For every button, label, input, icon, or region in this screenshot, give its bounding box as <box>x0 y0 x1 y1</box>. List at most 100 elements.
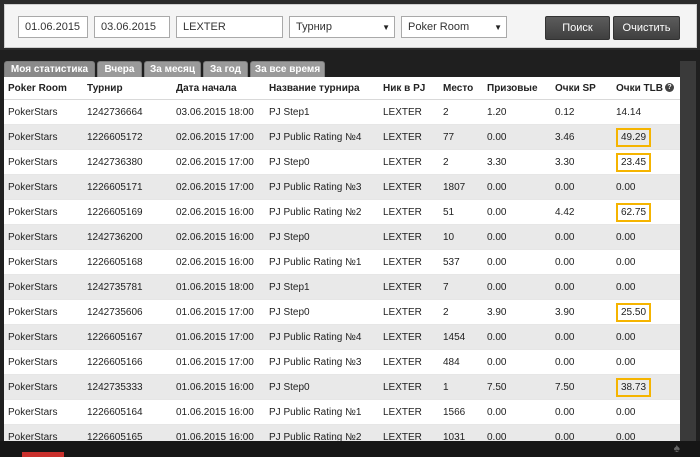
header-tournament-name[interactable]: Название турнира <box>265 77 379 100</box>
cell-place: 1807 <box>439 174 483 200</box>
header-sp-points[interactable]: Очки SP <box>551 77 612 100</box>
cell-start: 02.06.2015 16:00 <box>172 199 265 225</box>
cell-place: 2 <box>439 99 483 125</box>
cell-room: PokerStars <box>4 174 83 200</box>
cell-sp: 3.90 <box>551 299 612 325</box>
header-tournament[interactable]: Турнир <box>83 77 172 100</box>
nick-input[interactable]: LEXTER <box>176 16 283 38</box>
cell-name: PJ Public Rating №4 <box>265 324 379 350</box>
room-select-value: Poker Room <box>408 21 470 33</box>
cell-sp: 0.00 <box>551 249 612 275</box>
table-row[interactable]: PokerStars 1226605164 01.06.2015 16:00 PJ P… <box>4 399 680 425</box>
cell-nick: LEXTER <box>379 149 439 175</box>
cell-tlb: 23.45 <box>612 149 680 175</box>
tab-my-stats[interactable]: Моя статистика <box>4 61 95 77</box>
cell-place: 484 <box>439 349 483 375</box>
cell-place: 51 <box>439 199 483 225</box>
cell-place: 2 <box>439 149 483 175</box>
cell-name: PJ Public Rating №1 <box>265 249 379 275</box>
cell-nick: LEXTER <box>379 174 439 200</box>
cell-place: 1454 <box>439 324 483 350</box>
cell-tlb: 0.00 <box>612 349 680 375</box>
tlb-highlight: 23.45 <box>616 152 652 172</box>
cell-tournament: 1226605171 <box>83 174 172 200</box>
table-row[interactable]: PokerStars 1226605168 02.06.2015 16:00 PJ P… <box>4 249 680 275</box>
cell-tournament: 1242735333 <box>83 374 172 400</box>
cell-tournament: 1242736200 <box>83 224 172 250</box>
help-icon[interactable]: ? <box>664 83 674 93</box>
room-select[interactable]: Poker Room ▼ <box>401 16 507 38</box>
cell-name: PJ Step1 <box>265 274 379 300</box>
filter-bar: 01.06.2015 03.06.2015 LEXTER Турнир ▼ Po… <box>0 0 700 50</box>
cell-prize: 0.00 <box>483 274 551 300</box>
cell-tlb: 14.14 <box>612 99 680 125</box>
tlb-highlight: 62.75 <box>616 202 652 222</box>
cell-place: 7 <box>439 274 483 300</box>
tab-year[interactable]: За год <box>203 61 248 77</box>
cell-sp: 0.12 <box>551 99 612 125</box>
tab-all-time[interactable]: За все время <box>250 61 325 77</box>
cell-start: 01.06.2015 17:00 <box>172 349 265 375</box>
tournament-select[interactable]: Турнир ▼ <box>289 16 395 38</box>
cell-room: PokerStars <box>4 224 83 250</box>
cell-nick: LEXTER <box>379 324 439 350</box>
table-row[interactable]: PokerStars 1226605172 02.06.2015 17:00 PJ P… <box>4 124 680 150</box>
cell-name: PJ Public Rating №1 <box>265 399 379 425</box>
cell-nick: LEXTER <box>379 249 439 275</box>
table-row[interactable]: PokerStars 1226605171 02.06.2015 17:00 PJ P… <box>4 174 680 200</box>
table-row[interactable]: PokerStars 1242736200 02.06.2015 16:00 PJ S… <box>4 224 680 250</box>
cell-room: PokerStars <box>4 274 83 300</box>
header-place[interactable]: Место <box>439 77 483 100</box>
table-row[interactable]: PokerStars 1226605167 01.06.2015 17:00 PJ P… <box>4 324 680 350</box>
cell-room: PokerStars <box>4 349 83 375</box>
spade-icon: ♠ <box>673 441 680 455</box>
clear-button[interactable]: Очистить <box>613 16 680 40</box>
table-row[interactable]: PokerStars 1226605166 01.06.2015 17:00 PJ P… <box>4 349 680 375</box>
cell-start: 02.06.2015 17:00 <box>172 124 265 150</box>
cell-room: PokerStars <box>4 149 83 175</box>
header-nick[interactable]: Ник в PJ <box>379 77 439 100</box>
header-tlb-label: Очки TLB <box>616 82 663 94</box>
cell-start: 01.06.2015 17:00 <box>172 299 265 325</box>
cell-room: PokerStars <box>4 374 83 400</box>
cell-tlb: 49.29 <box>612 124 680 150</box>
tab-yesterday[interactable]: Вчера <box>97 61 142 77</box>
search-button[interactable]: Поиск <box>545 16 610 40</box>
cell-tournament: 1242735781 <box>83 274 172 300</box>
footer-logo <box>22 452 64 457</box>
cell-tournament: 1226605166 <box>83 349 172 375</box>
cell-nick: LEXTER <box>379 399 439 425</box>
cell-name: PJ Step1 <box>265 99 379 125</box>
cell-prize: 0.00 <box>483 249 551 275</box>
cell-prize: 0.00 <box>483 124 551 150</box>
cell-start: 02.06.2015 17:00 <box>172 149 265 175</box>
tab-month[interactable]: За месяц <box>144 61 201 77</box>
table-row[interactable]: PokerStars 1242735781 01.06.2015 18:00 PJ S… <box>4 274 680 300</box>
cell-sp: 0.00 <box>551 224 612 250</box>
cell-tlb: 0.00 <box>612 174 680 200</box>
cell-room: PokerStars <box>4 299 83 325</box>
table-row[interactable]: PokerStars 1226605169 02.06.2015 16:00 PJ P… <box>4 199 680 225</box>
header-room[interactable]: Poker Room <box>4 77 83 100</box>
cell-prize: 0.00 <box>483 349 551 375</box>
cell-start: 01.06.2015 18:00 <box>172 274 265 300</box>
table-row[interactable]: PokerStars 1242736380 02.06.2015 17:00 PJ S… <box>4 149 680 175</box>
date-to-input[interactable]: 03.06.2015 <box>94 16 170 38</box>
table-row[interactable]: PokerStars 1242735333 01.06.2015 16:00 PJ S… <box>4 374 680 400</box>
cell-sp: 7.50 <box>551 374 612 400</box>
cell-start: 02.06.2015 16:00 <box>172 224 265 250</box>
cell-sp: 4.42 <box>551 199 612 225</box>
table-row[interactable]: PokerStars 1242735606 01.06.2015 17:00 PJ S… <box>4 299 680 325</box>
scrollbar-track[interactable] <box>680 61 696 441</box>
header-tlb-points[interactable]: Очки TLB? <box>612 77 680 100</box>
table-row[interactable]: PokerStars 1242736664 03.06.2015 18:00 PJ S… <box>4 99 680 125</box>
cell-prize: 0.00 <box>483 224 551 250</box>
date-from-input[interactable]: 01.06.2015 <box>18 16 88 38</box>
stats-table-container: Poker Room Турнир Дата начала Название т… <box>4 77 680 450</box>
header-prize[interactable]: Призовые <box>483 77 551 100</box>
cell-place: 10 <box>439 224 483 250</box>
cell-tlb: 0.00 <box>612 249 680 275</box>
header-start-date[interactable]: Дата начала <box>172 77 265 100</box>
cell-tlb: 0.00 <box>612 324 680 350</box>
cell-tournament: 1242736380 <box>83 149 172 175</box>
